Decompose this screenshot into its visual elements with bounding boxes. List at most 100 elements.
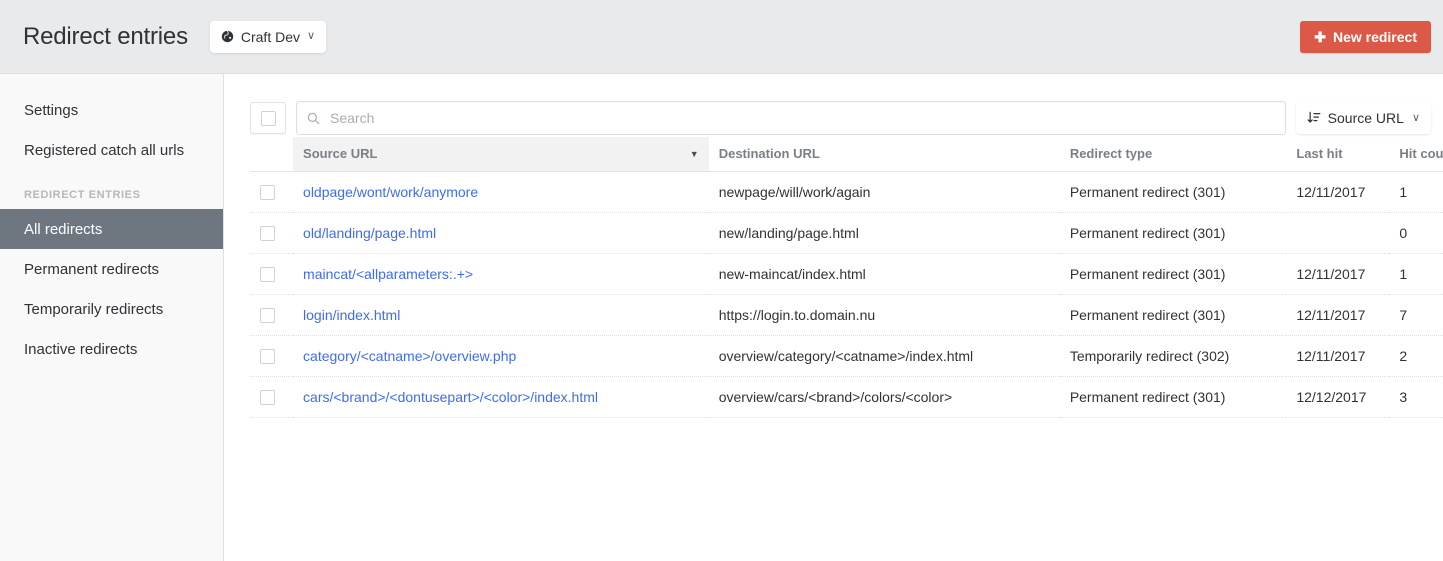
sort-arrow-down-icon: ▼ xyxy=(690,149,699,159)
cell-destination-url: new/landing/page.html xyxy=(709,213,1060,254)
sidebar-item-settings[interactable]: Settings xyxy=(0,90,223,130)
cell-destination-url: overview/category/<catname>/index.html xyxy=(709,336,1060,377)
cell-hit-count: 3 xyxy=(1389,377,1443,418)
sidebar-item-inactive-redirects[interactable]: Inactive redirects xyxy=(0,329,223,369)
table-head: Source URL ▼ Destination URL Redirect ty… xyxy=(250,137,1443,172)
table-row[interactable]: login/index.html https://login.to.domain… xyxy=(250,295,1443,336)
row-checkbox[interactable] xyxy=(260,267,275,282)
column-header-label: Redirect type xyxy=(1070,146,1277,161)
cell-destination-url: new-maincat/index.html xyxy=(709,254,1060,295)
cell-source-url: oldpage/wont/work/anymore xyxy=(293,172,709,213)
cell-last-hit: 12/11/2017 xyxy=(1286,172,1389,213)
row-checkbox-cell[interactable] xyxy=(250,254,293,295)
globe-icon xyxy=(221,30,234,43)
row-checkbox[interactable] xyxy=(260,226,275,241)
cell-destination-url: newpage/will/work/again xyxy=(709,172,1060,213)
body-wrapper: Settings Registered catch all urls REDIR… xyxy=(0,74,1443,561)
cell-source-url: category/<catname>/overview.php xyxy=(293,336,709,377)
sidebar-item-permanent-redirects[interactable]: Permanent redirects xyxy=(0,249,223,289)
cell-redirect-type: Permanent redirect (301) xyxy=(1060,213,1287,254)
cell-hit-count: 1 xyxy=(1389,254,1443,295)
sidebar: Settings Registered catch all urls REDIR… xyxy=(0,74,224,561)
row-checkbox[interactable] xyxy=(260,349,275,364)
source-url-link[interactable]: maincat/<allparameters:.+> xyxy=(303,266,473,282)
sidebar-item-all-redirects[interactable]: All redirects xyxy=(0,209,223,249)
table-toolbar: Source URL ∨ xyxy=(224,74,1443,137)
sort-label: Source URL xyxy=(1328,110,1404,126)
cell-hit-count: 1 xyxy=(1389,172,1443,213)
column-header-destination-url[interactable]: Destination URL xyxy=(709,137,1060,172)
column-header-label: Hit count xyxy=(1399,146,1443,161)
table-header-row: Source URL ▼ Destination URL Redirect ty… xyxy=(250,137,1443,172)
main-content: Source URL ∨ Source URL ▼ xyxy=(224,74,1443,561)
table-row[interactable]: cars/<brand>/<dontusepart>/<color>/index… xyxy=(250,377,1443,418)
cell-redirect-type: Permanent redirect (301) xyxy=(1060,295,1287,336)
column-header-redirect-type[interactable]: Redirect type xyxy=(1060,137,1287,172)
sidebar-item-label: Settings xyxy=(24,102,78,119)
search-field[interactable] xyxy=(296,101,1286,135)
site-picker-label: Craft Dev xyxy=(241,29,300,45)
cell-redirect-type: Temporarily redirect (302) xyxy=(1060,336,1287,377)
cell-redirect-type: Permanent redirect (301) xyxy=(1060,254,1287,295)
cell-source-url: old/landing/page.html xyxy=(293,213,709,254)
sidebar-item-label: All redirects xyxy=(24,221,102,238)
redirects-table: Source URL ▼ Destination URL Redirect ty… xyxy=(250,137,1443,418)
cell-last-hit: 12/11/2017 xyxy=(1286,336,1389,377)
chevron-down-icon: ∨ xyxy=(307,31,315,42)
sort-dropdown[interactable]: Source URL ∨ xyxy=(1296,102,1431,134)
cell-destination-url: https://login.to.domain.nu xyxy=(709,295,1060,336)
chevron-down-icon: ∨ xyxy=(1412,113,1420,124)
source-url-link[interactable]: oldpage/wont/work/anymore xyxy=(303,184,478,200)
search-icon xyxy=(307,112,320,125)
column-header-label: Last hit xyxy=(1296,146,1379,161)
row-checkbox[interactable] xyxy=(260,185,275,200)
new-redirect-button[interactable]: ✚ New redirect xyxy=(1300,21,1431,53)
global-header: Redirect entries Craft Dev ∨ ✚ New redir… xyxy=(0,0,1443,74)
table-row[interactable]: category/<catname>/overview.php overview… xyxy=(250,336,1443,377)
sort-descending-icon xyxy=(1307,111,1321,125)
cell-redirect-type: Permanent redirect (301) xyxy=(1060,172,1287,213)
cell-hit-count: 0 xyxy=(1389,213,1443,254)
table-row[interactable]: maincat/<allparameters:.+> new-maincat/i… xyxy=(250,254,1443,295)
column-header-label: Source URL xyxy=(303,146,684,161)
sidebar-item-label: Registered catch all urls xyxy=(24,142,184,159)
select-all-checkbox[interactable] xyxy=(261,111,276,126)
cell-last-hit: 12/12/2017 xyxy=(1286,377,1389,418)
row-checkbox-cell[interactable] xyxy=(250,377,293,418)
cell-hit-count: 7 xyxy=(1389,295,1443,336)
row-checkbox[interactable] xyxy=(260,308,275,323)
row-checkbox-cell[interactable] xyxy=(250,172,293,213)
row-checkbox[interactable] xyxy=(260,390,275,405)
column-header-last-hit[interactable]: Last hit xyxy=(1286,137,1389,172)
sidebar-item-registered-catch-all-urls[interactable]: Registered catch all urls xyxy=(0,130,223,170)
source-url-link[interactable]: old/landing/page.html xyxy=(303,225,436,241)
search-input[interactable] xyxy=(328,109,1275,127)
cell-source-url: maincat/<allparameters:.+> xyxy=(293,254,709,295)
new-redirect-label: New redirect xyxy=(1333,29,1417,45)
table-row[interactable]: oldpage/wont/work/anymore newpage/will/w… xyxy=(250,172,1443,213)
column-header-label: Destination URL xyxy=(719,146,1050,161)
site-picker-dropdown[interactable]: Craft Dev ∨ xyxy=(210,21,326,53)
page-title: Redirect entries xyxy=(23,25,188,49)
source-url-link[interactable]: login/index.html xyxy=(303,307,400,323)
cell-source-url: login/index.html xyxy=(293,295,709,336)
sidebar-item-temporarily-redirects[interactable]: Temporarily redirects xyxy=(0,289,223,329)
source-url-link[interactable]: cars/<brand>/<dontusepart>/<color>/index… xyxy=(303,389,598,405)
select-all-checkbox-wrapper[interactable] xyxy=(250,102,286,134)
cell-last-hit: 12/11/2017 xyxy=(1286,295,1389,336)
source-url-link[interactable]: category/<catname>/overview.php xyxy=(303,348,516,364)
column-header-hit-count[interactable]: Hit count xyxy=(1389,137,1443,172)
cell-source-url: cars/<brand>/<dontusepart>/<color>/index… xyxy=(293,377,709,418)
column-header-source-url[interactable]: Source URL ▼ xyxy=(293,137,709,172)
row-checkbox-cell[interactable] xyxy=(250,295,293,336)
table-scroll-container: Source URL ▼ Destination URL Redirect ty… xyxy=(250,137,1443,418)
row-checkbox-cell[interactable] xyxy=(250,213,293,254)
cell-hit-count: 2 xyxy=(1389,336,1443,377)
table-body: oldpage/wont/work/anymore newpage/will/w… xyxy=(250,172,1443,418)
sidebar-item-label: Permanent redirects xyxy=(24,261,159,278)
cell-last-hit: 12/11/2017 xyxy=(1286,254,1389,295)
sidebar-item-label: Inactive redirects xyxy=(24,341,137,358)
sidebar-section-heading: REDIRECT ENTRIES xyxy=(0,189,223,201)
row-checkbox-cell[interactable] xyxy=(250,336,293,377)
table-row[interactable]: old/landing/page.html new/landing/page.h… xyxy=(250,213,1443,254)
